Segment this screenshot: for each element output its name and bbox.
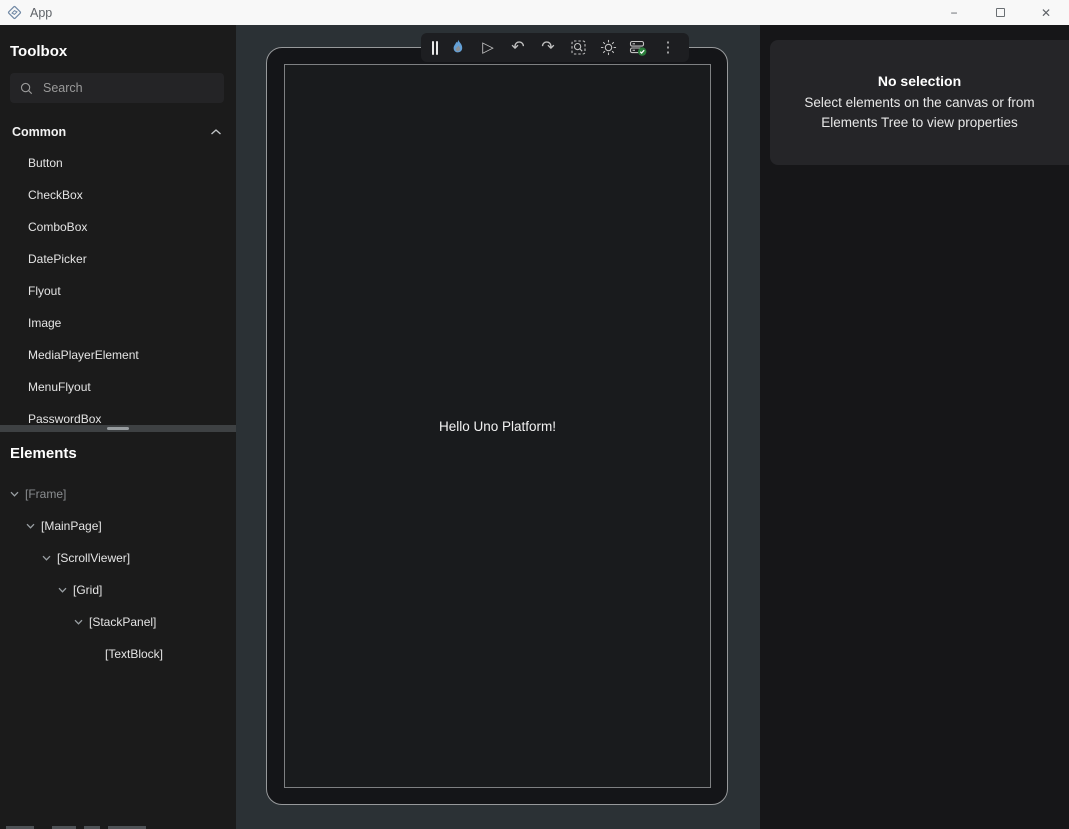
chevron-down-icon[interactable] bbox=[26, 523, 35, 529]
hello-textblock[interactable]: Hello Uno Platform! bbox=[439, 419, 556, 434]
toolbox-item-image[interactable]: Image bbox=[0, 307, 236, 339]
tree-item-stackpanel[interactable]: [StackPanel] bbox=[0, 606, 236, 638]
toolbox-item-combobox[interactable]: ComboBox bbox=[0, 211, 236, 243]
toolbox-item-passwordbox[interactable]: PasswordBox bbox=[0, 403, 236, 425]
toolbox-item-flyout[interactable]: Flyout bbox=[0, 275, 236, 307]
undo-button[interactable]: ↶ bbox=[503, 33, 533, 62]
chevron-down-icon[interactable] bbox=[58, 587, 67, 593]
inspect-magnifier-icon bbox=[570, 39, 587, 56]
toolbox-search[interactable] bbox=[10, 73, 224, 103]
tree-item-grid[interactable]: [Grid] bbox=[0, 574, 236, 606]
no-selection-title: No selection bbox=[878, 73, 961, 89]
play-icon: ▷ bbox=[482, 40, 494, 55]
tree-item-mainpage[interactable]: [MainPage] bbox=[0, 510, 236, 542]
tree-item-label: [ScrollViewer] bbox=[57, 551, 130, 565]
minimize-button[interactable]: − bbox=[931, 0, 977, 25]
splitter-grip[interactable] bbox=[107, 427, 129, 430]
chevron-down-icon[interactable] bbox=[74, 619, 83, 625]
left-sidebar: Toolbox Common Button CheckBox ComboBox … bbox=[0, 25, 236, 829]
no-selection-line1: Select elements on the canvas or from bbox=[804, 93, 1034, 113]
chevron-down-icon[interactable] bbox=[42, 555, 51, 561]
tree-item-label: [StackPanel] bbox=[89, 615, 156, 629]
tree-item-label: [Frame] bbox=[25, 487, 66, 501]
flame-icon bbox=[450, 39, 466, 56]
undo-icon: ↶ bbox=[511, 40, 524, 56]
search-input[interactable] bbox=[43, 81, 193, 95]
hot-reload-button[interactable] bbox=[443, 33, 473, 62]
tree-item-label: [MainPage] bbox=[41, 519, 102, 533]
tree-item-label: [TextBlock] bbox=[105, 647, 163, 661]
redo-icon: ↷ bbox=[541, 40, 554, 56]
theme-toggle-button[interactable] bbox=[593, 33, 623, 62]
tree-item-scrollviewer[interactable]: [ScrollViewer] bbox=[0, 542, 236, 574]
toolbox-item-button[interactable]: Button bbox=[0, 147, 236, 179]
panel-splitter[interactable] bbox=[0, 425, 236, 432]
maximize-button[interactable] bbox=[977, 0, 1023, 25]
title-bar: App − ✕ bbox=[0, 0, 1069, 25]
section-label: Common bbox=[12, 125, 66, 139]
close-button[interactable]: ✕ bbox=[1023, 0, 1069, 25]
elements-title: Elements bbox=[0, 432, 236, 462]
no-selection-card: No selection Select elements on the canv… bbox=[770, 40, 1069, 165]
toolbox-item-list: Button CheckBox ComboBox DatePicker Flyo… bbox=[0, 147, 236, 425]
chevron-down-icon[interactable] bbox=[10, 491, 19, 497]
toolbox-item-datepicker[interactable]: DatePicker bbox=[0, 243, 236, 275]
toolbox-title: Toolbox bbox=[0, 25, 236, 60]
properties-panel: No selection Select elements on the canv… bbox=[760, 25, 1069, 829]
uno-platform-logo-icon bbox=[7, 5, 22, 20]
app-screen[interactable]: Hello Uno Platform! bbox=[284, 64, 711, 788]
toolbar-drag-handle[interactable] bbox=[427, 33, 443, 62]
toolbox-section-common[interactable]: Common bbox=[0, 116, 236, 147]
checklist-check-icon bbox=[629, 39, 648, 57]
drag-handle-icon bbox=[432, 41, 434, 55]
toolbox-panel: Toolbox Common Button CheckBox ComboBox … bbox=[0, 25, 236, 425]
status-checklist-button[interactable] bbox=[623, 33, 653, 62]
element-inspect-button[interactable] bbox=[563, 33, 593, 62]
sun-icon bbox=[600, 39, 617, 56]
tree-item-frame[interactable]: [Frame] bbox=[0, 478, 236, 510]
toolbox-item-checkbox[interactable]: CheckBox bbox=[0, 179, 236, 211]
device-frame: Hello Uno Platform! bbox=[266, 47, 728, 805]
maximize-icon bbox=[996, 8, 1005, 17]
tree-item-textblock[interactable]: [TextBlock] bbox=[0, 638, 236, 670]
kebab-menu-icon: ⋮ bbox=[661, 40, 676, 55]
search-icon bbox=[20, 82, 33, 95]
design-canvas[interactable]: Hello Uno Platform! ▷ ↶ ↷ bbox=[236, 25, 760, 829]
elements-panel: Elements [Frame] [MainPage] [ScrollViewe… bbox=[0, 432, 236, 829]
close-icon: ✕ bbox=[1041, 6, 1051, 20]
window-title: App bbox=[30, 6, 52, 20]
no-selection-line2: Elements Tree to view properties bbox=[821, 113, 1018, 133]
tree-item-label: [Grid] bbox=[73, 583, 102, 597]
chevron-up-icon bbox=[210, 128, 222, 136]
overflow-menu-button[interactable]: ⋮ bbox=[653, 33, 683, 62]
hot-design-toolbar: ▷ ↶ ↷ bbox=[421, 33, 689, 62]
redo-button[interactable]: ↷ bbox=[533, 33, 563, 62]
elements-tree: [Frame] [MainPage] [ScrollViewer] [Grid] bbox=[0, 478, 236, 670]
minimize-icon: − bbox=[950, 6, 957, 20]
toolbox-item-mediaplayerelement[interactable]: MediaPlayerElement bbox=[0, 339, 236, 371]
toolbox-item-menuflyout[interactable]: MenuFlyout bbox=[0, 371, 236, 403]
play-button[interactable]: ▷ bbox=[473, 33, 503, 62]
